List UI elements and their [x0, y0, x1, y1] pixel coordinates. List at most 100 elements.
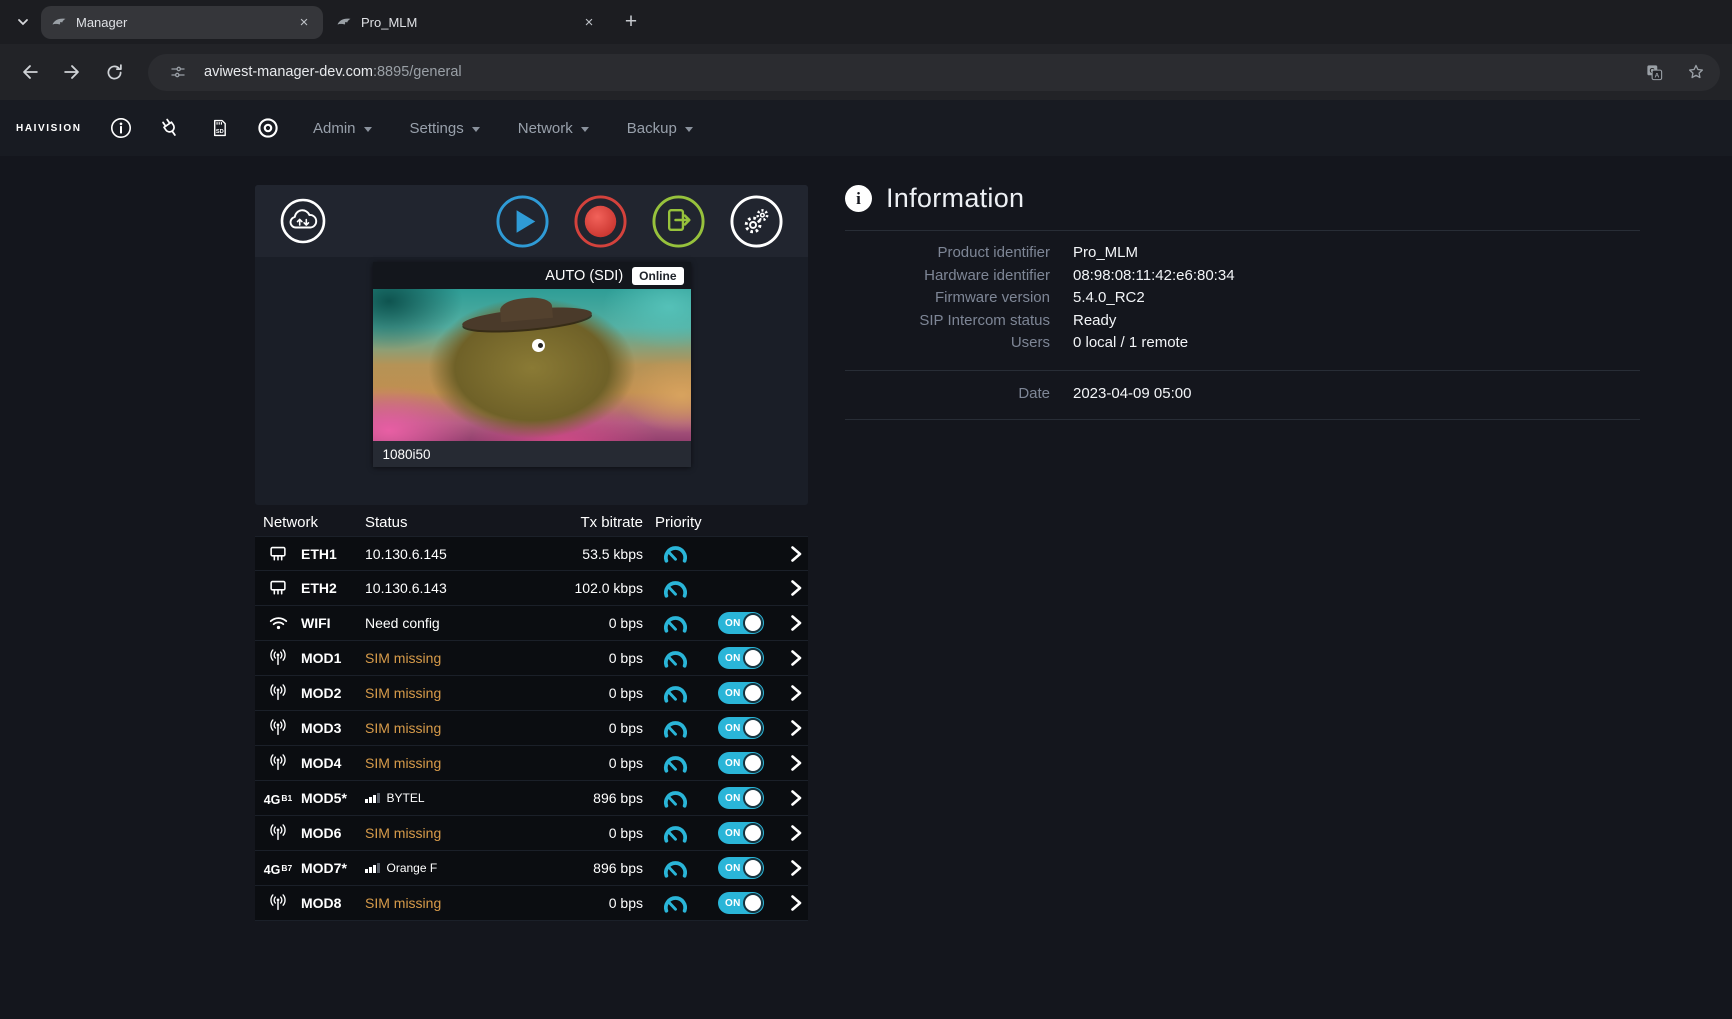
interface-on-toggle[interactable]: ON	[718, 752, 764, 774]
back-icon[interactable]	[12, 54, 48, 90]
toggle-cell: ON	[703, 647, 779, 669]
address-bar[interactable]: aviwest-manager-dev.com:8895/general GA	[148, 54, 1720, 91]
menu-network[interactable]: Network	[518, 120, 589, 137]
menu-settings[interactable]: Settings	[410, 120, 480, 137]
live-export-button[interactable]	[651, 194, 706, 249]
network-row-mod4[interactable]: MOD4SIM missing0 bpsON	[255, 746, 808, 781]
interface-on-toggle[interactable]: ON	[718, 647, 764, 669]
chevron-right-icon[interactable]	[779, 824, 808, 842]
browser-tab-manager[interactable]: Manager ×	[41, 6, 323, 39]
tx-bitrate: 0 bps	[537, 685, 647, 701]
chevron-right-icon[interactable]	[779, 754, 808, 772]
interface-name: ETH1	[301, 546, 365, 562]
chevron-right-icon[interactable]	[779, 789, 808, 807]
settings-gears-button[interactable]	[729, 194, 784, 249]
interface-status: SIM missing	[365, 755, 537, 771]
transport-toolbar	[255, 185, 808, 257]
network-row-wifi[interactable]: WIFINeed config0 bpsON	[255, 606, 808, 641]
status-text: SIM missing	[365, 755, 441, 771]
network-rows: ETH110.130.6.14553.5 kbpsETH210.130.6.14…	[255, 536, 808, 921]
priority-gauge-icon[interactable]	[647, 822, 703, 845]
divider	[845, 230, 1640, 231]
status-text: 10.130.6.145	[365, 546, 447, 562]
close-tab-icon[interactable]: ×	[295, 13, 313, 31]
info-circle-icon: i	[845, 185, 872, 212]
info-icon[interactable]	[108, 115, 134, 141]
bookmark-star-icon[interactable]	[1680, 56, 1712, 88]
menu-label: Settings	[410, 120, 464, 137]
plug-icon[interactable]	[157, 115, 183, 141]
priority-gauge-icon[interactable]	[647, 752, 703, 775]
chevron-down-icon	[685, 127, 693, 132]
network-row-mod7[interactable]: 4GB7MOD7*Orange F896 bpsON	[255, 851, 808, 886]
browser-tab-pro-mlm[interactable]: Pro_MLM ×	[326, 6, 608, 39]
chevron-right-icon[interactable]	[779, 614, 808, 632]
interface-on-toggle[interactable]: ON	[718, 612, 764, 634]
chevron-right-icon[interactable]	[779, 719, 808, 737]
site-settings-tune-icon[interactable]	[162, 56, 194, 88]
chevron-right-icon[interactable]	[779, 684, 808, 702]
interface-on-toggle[interactable]: ON	[718, 787, 764, 809]
chevron-down-icon	[472, 127, 480, 132]
interface-name: WIFI	[301, 615, 365, 631]
priority-gauge-icon[interactable]	[647, 682, 703, 705]
app-page: HAIVISION SD Admin Settings Network Back…	[0, 100, 1732, 1019]
toggle-label: ON	[725, 898, 741, 909]
priority-gauge-icon[interactable]	[647, 612, 703, 635]
nav-icons: SD	[108, 115, 281, 141]
priority-gauge-icon[interactable]	[647, 857, 703, 880]
chevron-right-icon[interactable]	[779, 545, 808, 563]
video-preview-card[interactable]: AUTO (SDI) Online 1080i50	[373, 262, 691, 467]
network-row-mod8[interactable]: MOD8SIM missing0 bpsON	[255, 886, 808, 921]
network-row-eth2[interactable]: ETH210.130.6.143102.0 kbps	[255, 571, 808, 606]
disc-icon[interactable]	[255, 115, 281, 141]
interface-on-toggle[interactable]: ON	[718, 857, 764, 879]
window-chevron-down-icon[interactable]	[8, 14, 38, 30]
network-row-mod3[interactable]: MOD3SIM missing0 bpsON	[255, 711, 808, 746]
browser-toolbar: aviwest-manager-dev.com:8895/general GA	[0, 44, 1732, 100]
toggle-knob	[743, 613, 763, 633]
interface-on-toggle[interactable]: ON	[718, 822, 764, 844]
forward-icon[interactable]	[54, 54, 90, 90]
priority-gauge-icon[interactable]	[647, 647, 703, 670]
toggle-label: ON	[725, 688, 741, 699]
interface-name: MOD6	[301, 825, 365, 841]
network-row-eth1[interactable]: ETH110.130.6.14553.5 kbps	[255, 536, 808, 571]
play-button[interactable]	[495, 194, 550, 249]
cloud-connect-button[interactable]	[279, 197, 327, 245]
network-row-mod5[interactable]: 4GB1MOD5*BYTEL896 bpsON	[255, 781, 808, 816]
interface-on-toggle[interactable]: ON	[718, 892, 764, 914]
interface-name: MOD7*	[301, 860, 365, 876]
network-row-mod1[interactable]: MOD1SIM missing0 bpsON	[255, 641, 808, 676]
priority-gauge-icon[interactable]	[647, 577, 703, 600]
chevron-right-icon[interactable]	[779, 859, 808, 877]
menu-backup[interactable]: Backup	[627, 120, 693, 137]
interface-on-toggle[interactable]: ON	[718, 717, 764, 739]
chevron-right-icon[interactable]	[779, 894, 808, 912]
chevron-right-icon[interactable]	[779, 649, 808, 667]
haivision-logo: HAIVISION	[16, 123, 92, 134]
close-tab-icon[interactable]: ×	[580, 13, 598, 31]
interface-on-toggle[interactable]: ON	[718, 682, 764, 704]
record-button[interactable]	[573, 194, 628, 249]
priority-gauge-icon[interactable]	[647, 787, 703, 810]
interface-status: SIM missing	[365, 685, 537, 701]
field-label: Hardware identifier	[845, 265, 1050, 288]
field-label: Users	[845, 332, 1050, 355]
interface-status: 10.130.6.145	[365, 546, 537, 562]
translate-icon[interactable]: GA	[1638, 56, 1670, 88]
priority-gauge-icon[interactable]	[647, 542, 703, 565]
priority-gauge-icon[interactable]	[647, 717, 703, 740]
new-tab-button[interactable]: +	[616, 7, 646, 37]
sd-card-icon[interactable]: SD	[206, 115, 232, 141]
priority-gauge-icon[interactable]	[647, 892, 703, 915]
reload-icon[interactable]	[96, 54, 132, 90]
chevron-right-icon[interactable]	[779, 579, 808, 597]
network-row-mod2[interactable]: MOD2SIM missing0 bpsON	[255, 676, 808, 711]
menu-admin[interactable]: Admin	[313, 120, 372, 137]
chevron-down-icon	[364, 127, 372, 132]
antenna-icon	[255, 822, 301, 844]
network-row-mod6[interactable]: MOD6SIM missing0 bpsON	[255, 816, 808, 851]
status-text: 10.130.6.143	[365, 580, 447, 596]
video-thumbnail[interactable]	[373, 289, 691, 441]
